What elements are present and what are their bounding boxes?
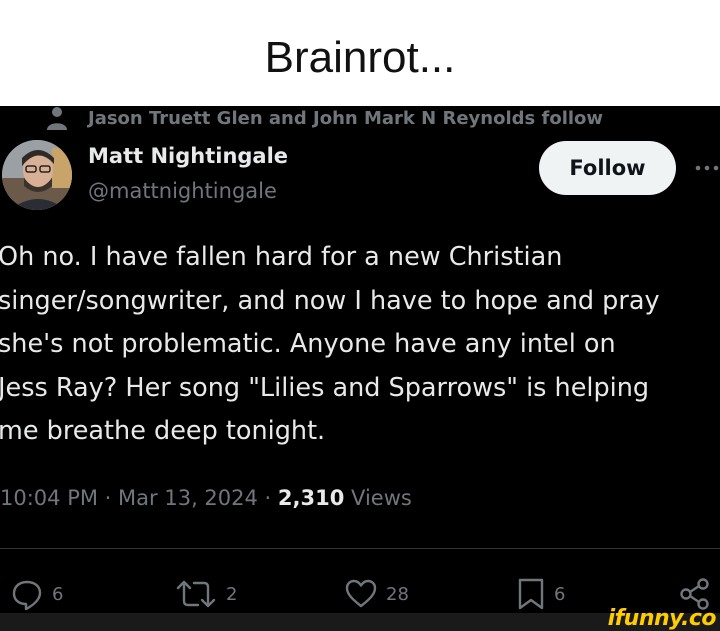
views-label: Views — [351, 486, 412, 510]
repost-button[interactable]: 2 — [174, 574, 237, 614]
meta-separator: · — [104, 486, 112, 510]
more-options-icon[interactable] — [694, 158, 720, 178]
reply-count: 6 — [52, 583, 64, 605]
meme-header: Brainrot... — [0, 0, 720, 106]
tweet-text-line: singer/songwriter, and now I have to hop… — [0, 285, 660, 316]
tweet-time[interactable]: 10:04 PM — [0, 486, 98, 510]
tweet-card: Jason Truett Glen and John Mark N Reynol… — [0, 106, 720, 631]
views-count: 2,310 — [277, 486, 345, 510]
author-handle[interactable]: @mattnightingale — [88, 179, 277, 203]
social-context: Jason Truett Glen and John Mark N Reynol… — [44, 106, 603, 130]
reply-button[interactable]: 6 — [10, 574, 63, 614]
like-button[interactable]: 28 — [344, 574, 409, 614]
tweet-text-line: Oh no. I have fallen hard for a new Chri… — [0, 242, 563, 272]
bookmark-count: 6 — [554, 583, 566, 605]
tweet-text-line: me breathe deep tonight. — [0, 416, 326, 446]
divider — [0, 548, 720, 549]
tweet-text: Oh no. I have fallen hard for a new Chri… — [0, 236, 718, 454]
author-display-name[interactable]: Matt Nightingale — [88, 144, 288, 168]
heart-icon — [345, 579, 377, 608]
tweet-text-line: she's not problematic. Anyone have any i… — [0, 329, 616, 359]
repost-icon — [176, 580, 216, 608]
follow-button[interactable]: Follow — [539, 141, 676, 195]
person-icon — [47, 107, 67, 130]
meta-separator: · — [264, 486, 272, 510]
tweet-meta: 10:04 PM · Mar 13, 2024 · 2,310 Views — [0, 486, 412, 510]
social-context-text[interactable]: Jason Truett Glen and John Mark N Reynol… — [88, 108, 603, 129]
like-count: 28 — [386, 583, 409, 605]
watermark-logo: ifunny.co — [607, 606, 717, 631]
avatar[interactable] — [2, 140, 72, 210]
avatar-image — [2, 140, 72, 210]
tweet-date[interactable]: Mar 13, 2024 — [118, 486, 258, 510]
bookmark-button[interactable]: 6 — [516, 574, 565, 614]
repost-count: 2 — [226, 583, 238, 605]
bookmark-icon — [518, 578, 544, 610]
meme-title: Brainrot... — [264, 33, 456, 82]
tweet-text-line: Jess Ray? Her song "Lilies and Sparrows"… — [0, 372, 650, 403]
reply-icon — [12, 580, 42, 611]
